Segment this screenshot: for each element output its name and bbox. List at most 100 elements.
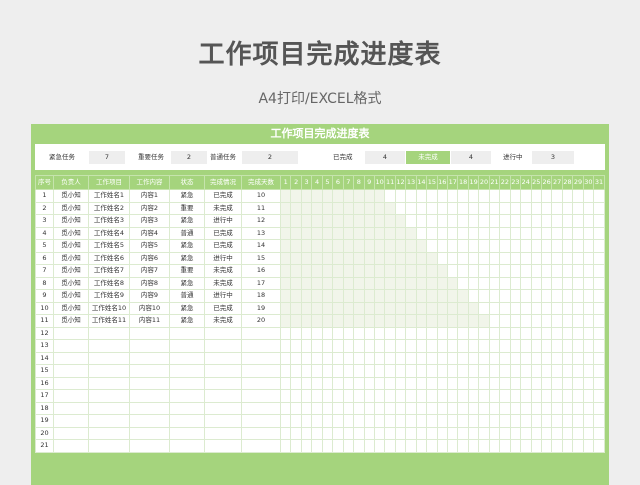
row-owner[interactable]: 觅小知	[53, 264, 89, 278]
day-cell[interactable]	[415, 426, 428, 440]
day-cell[interactable]	[478, 389, 490, 403]
day-cell[interactable]	[530, 189, 542, 203]
day-cell[interactable]	[520, 301, 532, 315]
day-cell[interactable]	[488, 314, 501, 328]
day-cell[interactable]	[426, 214, 438, 228]
day-cell[interactable]	[457, 426, 469, 440]
day-cell[interactable]	[342, 364, 355, 378]
day-cell[interactable]	[332, 439, 344, 453]
day-cell[interactable]	[279, 189, 292, 203]
day-cell[interactable]	[311, 251, 323, 265]
day-cell[interactable]	[593, 339, 605, 353]
day-cell[interactable]	[394, 364, 407, 378]
day-cell[interactable]	[467, 289, 480, 303]
day-cell[interactable]	[415, 326, 428, 340]
day-cell[interactable]	[300, 301, 313, 315]
day-cell[interactable]	[321, 189, 334, 203]
day-cell[interactable]	[363, 289, 375, 303]
day-cell[interactable]	[467, 314, 480, 328]
row-days[interactable]	[241, 364, 281, 378]
day-cell[interactable]	[405, 351, 417, 365]
row-owner[interactable]: 觅小知	[53, 226, 89, 240]
day-cell[interactable]	[342, 414, 355, 428]
day-cell[interactable]	[582, 276, 595, 290]
day-cell[interactable]	[394, 326, 407, 340]
day-cell[interactable]	[332, 389, 344, 403]
day-cell[interactable]	[290, 389, 302, 403]
day-cell[interactable]	[540, 439, 553, 453]
day-cell[interactable]	[311, 226, 323, 240]
day-cell[interactable]	[582, 389, 595, 403]
day-cell[interactable]	[520, 264, 532, 278]
day-cell[interactable]	[363, 214, 375, 228]
day-cell[interactable]	[290, 326, 302, 340]
day-cell[interactable]	[478, 251, 490, 265]
row-content[interactable]: 内容1	[129, 189, 170, 203]
day-cell[interactable]	[342, 289, 355, 303]
day-cell[interactable]	[446, 401, 459, 415]
row-project[interactable]	[88, 339, 130, 353]
day-cell[interactable]	[446, 426, 459, 440]
day-cell[interactable]	[540, 301, 553, 315]
day-cell[interactable]	[300, 239, 313, 253]
day-cell[interactable]	[279, 301, 292, 315]
day-cell[interactable]	[551, 351, 563, 365]
day-cell[interactable]	[384, 189, 396, 203]
day-cell[interactable]	[436, 364, 449, 378]
row-progress[interactable]: 已完成	[204, 189, 242, 203]
day-cell[interactable]	[332, 226, 344, 240]
day-cell[interactable]	[373, 364, 386, 378]
day-cell[interactable]	[457, 201, 469, 215]
day-cell[interactable]	[373, 251, 386, 265]
day-cell[interactable]	[478, 189, 490, 203]
day-cell[interactable]	[290, 226, 302, 240]
row-project[interactable]: 工作姓名7	[88, 264, 130, 278]
day-cell[interactable]	[405, 251, 417, 265]
day-cell[interactable]	[279, 376, 292, 390]
row-no[interactable]: 4	[35, 226, 54, 240]
day-cell[interactable]	[436, 414, 449, 428]
day-cell[interactable]	[467, 351, 480, 365]
row-no[interactable]: 18	[35, 401, 54, 415]
day-cell[interactable]	[467, 264, 480, 278]
day-cell[interactable]	[530, 339, 542, 353]
day-cell[interactable]	[353, 326, 365, 340]
day-cell[interactable]	[499, 376, 511, 390]
day-cell[interactable]	[540, 339, 553, 353]
day-cell[interactable]	[373, 289, 386, 303]
day-cell[interactable]	[290, 339, 302, 353]
row-project[interactable]	[88, 439, 130, 453]
day-cell[interactable]	[530, 314, 542, 328]
day-cell[interactable]	[353, 401, 365, 415]
day-cell[interactable]	[530, 201, 542, 215]
day-cell[interactable]	[499, 201, 511, 215]
row-status[interactable]	[169, 389, 205, 403]
row-status[interactable]: 紧急	[169, 301, 205, 315]
day-cell[interactable]	[540, 226, 553, 240]
row-owner[interactable]	[53, 401, 89, 415]
day-cell[interactable]	[373, 201, 386, 215]
day-cell[interactable]	[478, 376, 490, 390]
day-cell[interactable]	[582, 201, 595, 215]
day-cell[interactable]	[530, 401, 542, 415]
day-cell[interactable]	[394, 251, 407, 265]
day-cell[interactable]	[572, 239, 584, 253]
day-cell[interactable]	[499, 226, 511, 240]
day-cell[interactable]	[342, 201, 355, 215]
day-cell[interactable]	[415, 264, 428, 278]
day-cell[interactable]	[593, 326, 605, 340]
row-no[interactable]: 19	[35, 414, 54, 428]
day-cell[interactable]	[446, 201, 459, 215]
day-cell[interactable]	[593, 439, 605, 453]
day-cell[interactable]	[321, 289, 334, 303]
day-cell[interactable]	[332, 401, 344, 415]
day-cell[interactable]	[384, 426, 396, 440]
day-cell[interactable]	[426, 414, 438, 428]
day-cell[interactable]	[572, 326, 584, 340]
day-cell[interactable]	[509, 226, 522, 240]
day-cell[interactable]	[342, 376, 355, 390]
day-cell[interactable]	[561, 439, 574, 453]
row-progress[interactable]	[204, 401, 242, 415]
day-cell[interactable]	[488, 276, 501, 290]
day-cell[interactable]	[290, 364, 302, 378]
